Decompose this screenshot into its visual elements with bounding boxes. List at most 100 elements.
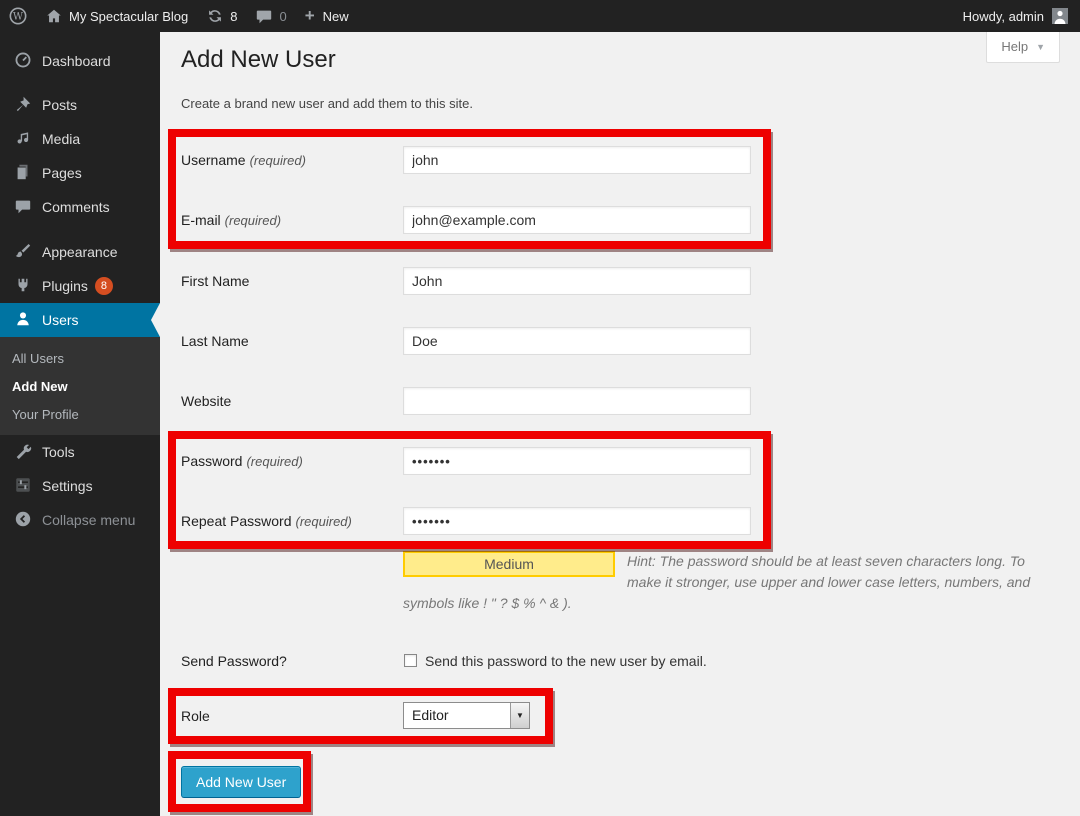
sidebar-label: Media [42, 131, 80, 147]
repeat-password-label: Repeat Password(required) [181, 507, 403, 536]
site-name: My Spectacular Blog [69, 9, 188, 24]
sidebar-item-posts[interactable]: Posts [0, 88, 160, 122]
send-password-checkbox[interactable] [404, 654, 417, 667]
updates-icon [206, 7, 224, 25]
sliders-icon [14, 476, 34, 496]
password-strength-meter: Medium [403, 551, 615, 577]
send-password-row: Send Password? Send this password to the… [181, 647, 707, 675]
sidebar-item-media[interactable]: Media [0, 122, 160, 156]
help-label: Help [1001, 39, 1028, 54]
sidebar-item-tools[interactable]: Tools [0, 435, 160, 469]
help-button[interactable]: Help ▼ [986, 32, 1060, 63]
sidebar-item-dashboard[interactable]: Dashboard [0, 44, 160, 78]
sidebar-label: Appearance [42, 244, 118, 260]
sidebar-label: Collapse menu [42, 512, 135, 528]
current-menu-arrow [151, 303, 160, 337]
password-row: Password(required) [181, 447, 751, 476]
sidebar-item-plugins[interactable]: Plugins 8 [0, 269, 160, 303]
strength-label: Medium [484, 554, 534, 575]
pages-icon [14, 163, 34, 183]
username-row: Username(required) [181, 146, 751, 175]
plug-icon [14, 276, 34, 296]
svg-text:W: W [13, 12, 24, 23]
first-name-label: First Name [181, 267, 403, 295]
last-name-input[interactable] [403, 327, 751, 355]
role-dropdown[interactable]: Editor ▼ [403, 702, 530, 729]
website-label: Website [181, 387, 403, 415]
submenu-label: Add New [12, 379, 68, 394]
sidebar-label: Users [42, 312, 79, 328]
password-input[interactable] [403, 447, 751, 475]
user-icon [14, 310, 34, 330]
howdy-text: Howdy, admin [963, 9, 1044, 24]
email-row: E-mail(required) [181, 206, 751, 235]
website-row: Website [181, 387, 751, 415]
collapse-arrow-icon [14, 510, 34, 530]
new-content-link[interactable]: + New [296, 0, 358, 32]
comment-count: 0 [279, 9, 286, 24]
sidebar-item-pages[interactable]: Pages [0, 156, 160, 190]
password-hint-block: Medium Hint: The password should be at l… [403, 551, 1043, 614]
page-title: Add New User [181, 46, 336, 74]
users-submenu: All Users Add New Your Profile [0, 337, 160, 435]
last-name-label: Last Name [181, 327, 403, 355]
role-row: Role Editor ▼ [181, 702, 530, 730]
media-note-icon [14, 129, 34, 149]
sidebar-label: Comments [42, 199, 110, 215]
wordpress-logo-menu[interactable]: W [0, 0, 36, 32]
plugins-update-badge: 8 [95, 277, 113, 295]
submenu-label: All Users [12, 351, 64, 366]
sidebar-item-settings[interactable]: Settings [0, 469, 160, 503]
website-input[interactable] [403, 387, 751, 415]
sidebar-label: Pages [42, 165, 82, 181]
role-selected-value: Editor [404, 703, 510, 728]
sidebar-label: Posts [42, 97, 77, 113]
send-password-label: Send Password? [181, 647, 403, 675]
admin-bar: W My Spectacular Blog 8 0 + New Howdy, a… [0, 0, 1080, 32]
home-icon [45, 7, 63, 25]
new-label: New [323, 9, 349, 24]
first-name-input[interactable] [403, 267, 751, 295]
page-subtitle: Create a brand new user and add them to … [181, 96, 473, 111]
pushpin-icon [14, 95, 34, 115]
sidebar-item-users[interactable]: Users [0, 303, 160, 337]
repeat-password-row: Repeat Password(required) [181, 507, 751, 536]
chevron-down-icon: ▼ [1036, 42, 1045, 52]
updates-link[interactable]: 8 [197, 0, 246, 32]
avatar[interactable] [1052, 8, 1068, 24]
update-count: 8 [230, 9, 237, 24]
add-new-user-button[interactable]: Add New User [181, 766, 301, 798]
username-label: Username(required) [181, 146, 403, 175]
comment-bubble-icon [255, 7, 273, 25]
dashboard-gauge-icon [14, 51, 34, 71]
role-label: Role [181, 702, 403, 730]
dropdown-arrow-icon: ▼ [510, 703, 529, 728]
submenu-label: Your Profile [12, 407, 79, 422]
site-name-link[interactable]: My Spectacular Blog [36, 0, 197, 32]
sidebar-label: Tools [42, 444, 75, 460]
username-input[interactable] [403, 146, 751, 174]
repeat-password-input[interactable] [403, 507, 751, 535]
sidebar-label: Settings [42, 478, 93, 494]
sidebar-item-appearance[interactable]: Appearance [0, 235, 160, 269]
email-label: E-mail(required) [181, 206, 403, 235]
send-password-checkbox-label: Send this password to the new user by em… [425, 647, 707, 675]
submenu-add-new[interactable]: Add New [0, 372, 160, 400]
sidebar-item-comments[interactable]: Comments [0, 190, 160, 224]
sidebar-label: Plugins [42, 278, 88, 294]
wrench-icon [14, 442, 34, 462]
howdy-account-link[interactable]: Howdy, admin [963, 0, 1044, 32]
email-field[interactable] [403, 206, 751, 234]
password-label: Password(required) [181, 447, 403, 476]
sidebar-item-collapse-menu[interactable]: Collapse menu [0, 503, 160, 537]
wordpress-logo-icon: W [9, 7, 27, 25]
comments-link[interactable]: 0 [246, 0, 295, 32]
plus-icon: + [305, 6, 315, 26]
last-name-row: Last Name [181, 327, 751, 355]
submenu-all-users[interactable]: All Users [0, 344, 160, 372]
sidebar-label: Dashboard [42, 53, 111, 69]
first-name-row: First Name [181, 267, 751, 295]
admin-sidebar: Dashboard Posts Media Pages Comments [0, 32, 160, 816]
comments-icon [14, 197, 34, 217]
submenu-your-profile[interactable]: Your Profile [0, 400, 160, 428]
